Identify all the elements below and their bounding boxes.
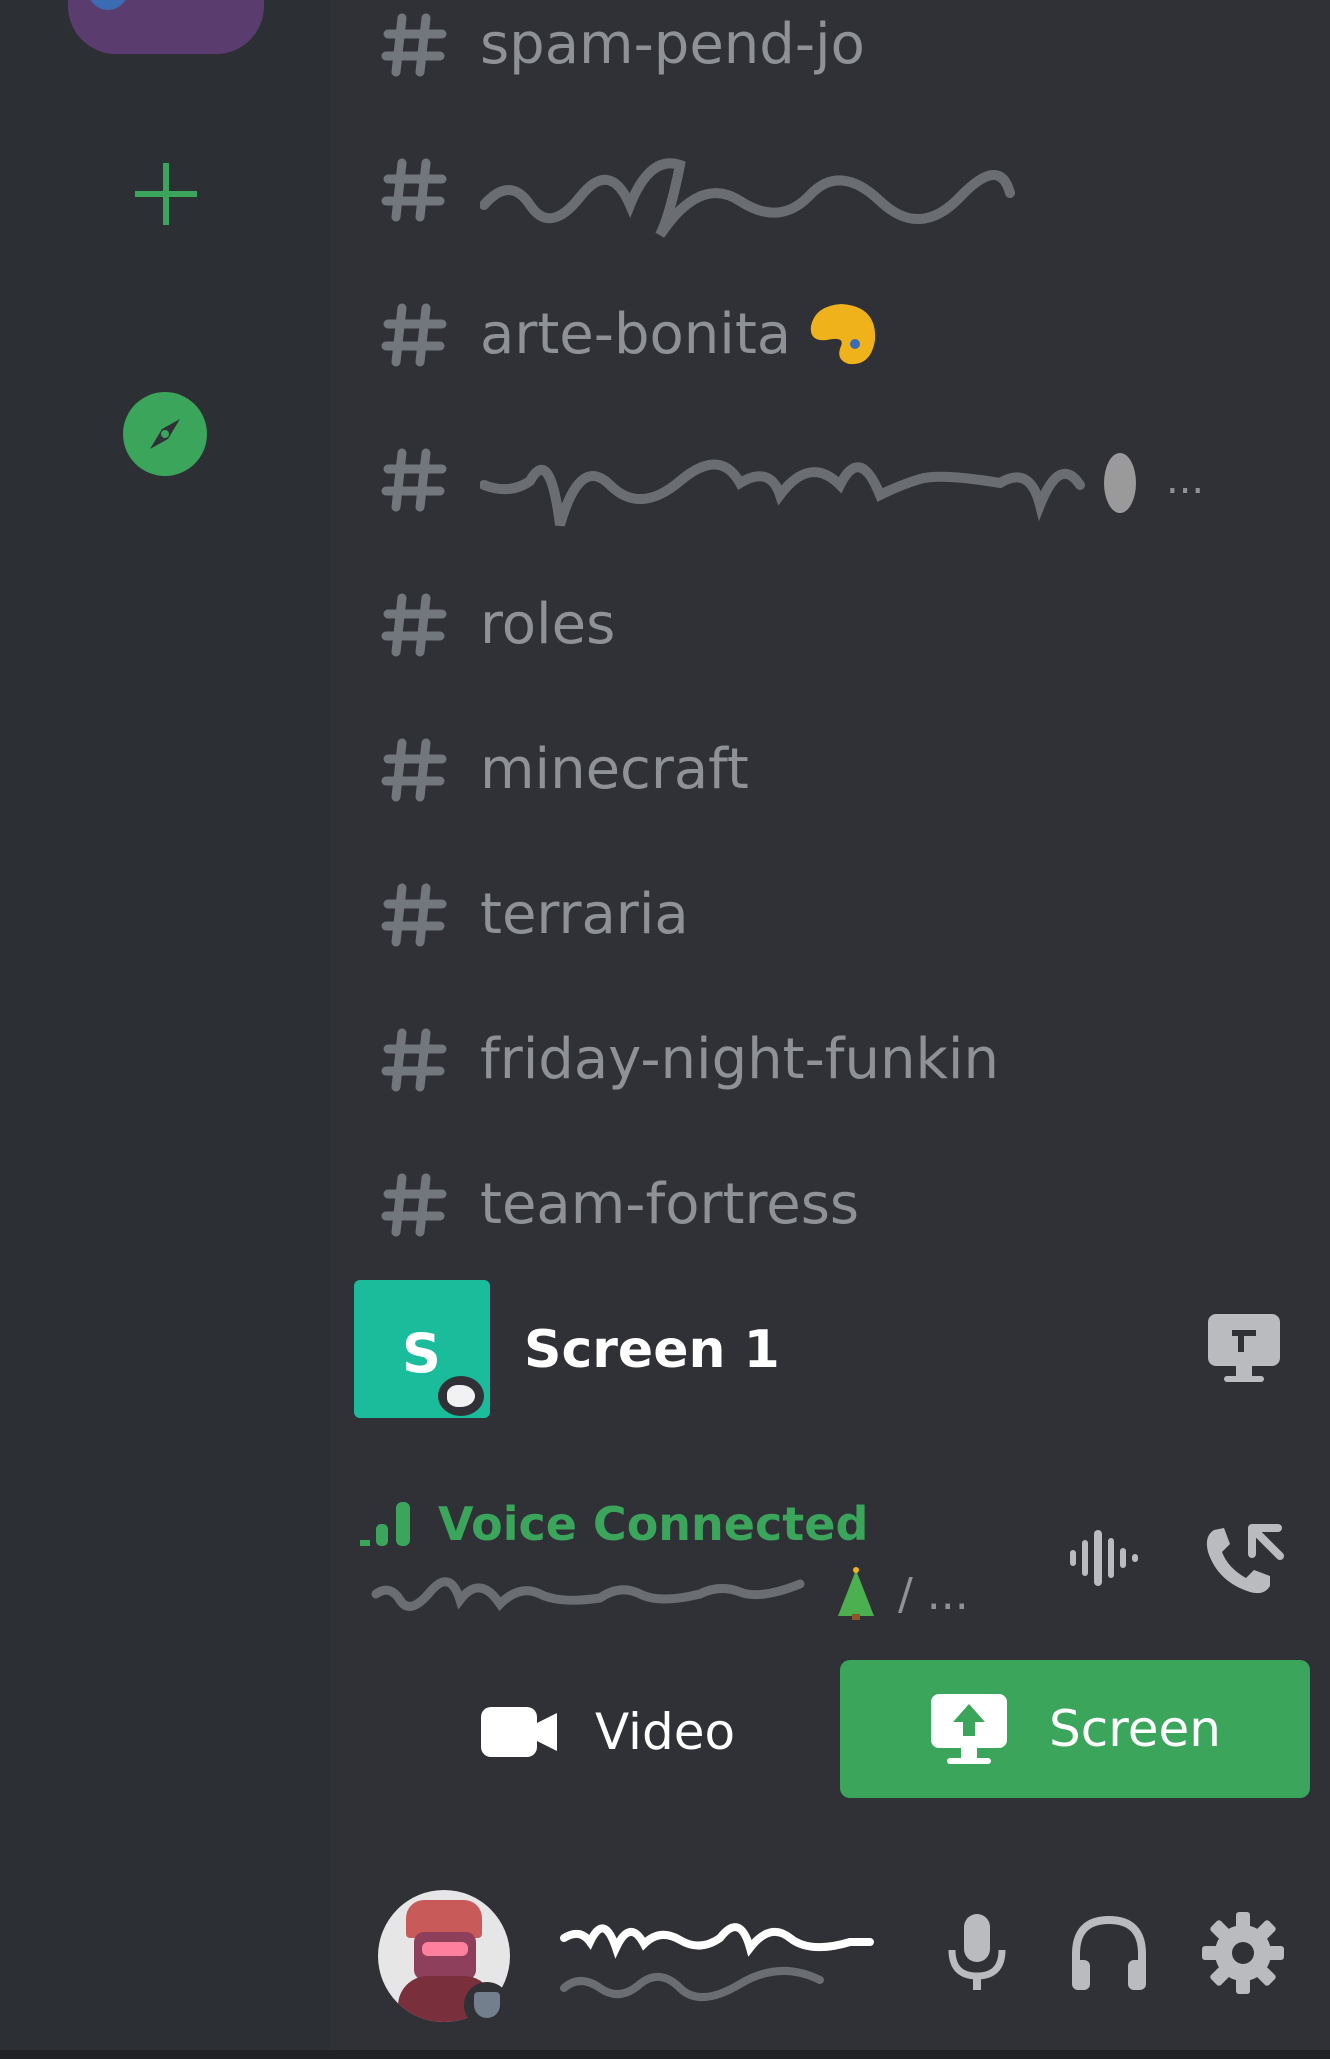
voice-connected-label: Voice Connected [438,1497,869,1551]
thumb-badge [438,1376,484,1416]
microphone-icon[interactable] [942,1910,1012,1996]
noise-suppression-icon[interactable] [1066,1524,1142,1592]
screen-thumb-letter: S [402,1322,441,1385]
channel-item[interactable]: spam-pend-jo [380,0,1300,100]
gear-icon[interactable] [1200,1910,1286,1996]
channel-name: spam-pend-jo [480,12,865,77]
voice-channel-separator: / ... [898,1568,969,1620]
add-server-button[interactable] [118,146,214,242]
screen-thumbnail: S [354,1280,490,1418]
palette-emoji [810,304,876,365]
voice-status[interactable]: Voice Connected [358,1494,868,1554]
channel-name: terraria [480,882,689,947]
camera-icon [480,1707,557,1757]
screen-share-label: Screen 1 [524,1320,780,1380]
compass-icon [150,419,180,449]
channel-name: team-fortress [480,1172,860,1237]
server-icon[interactable] [68,0,264,54]
signal-strength-icon [360,1502,410,1546]
tree-emoji [838,1567,874,1620]
text-channel-hash-icon [381,1173,447,1237]
video-button[interactable]: Video [432,1662,782,1802]
video-button-label: Video [594,1703,736,1761]
screen-button-label: Screen [1049,1700,1221,1758]
channel-name: friday-night-funkin [480,1027,999,1092]
screen-share-row[interactable]: S Screen 1 [352,1278,1292,1422]
channel-item[interactable]: team-fortress [380,1150,1300,1260]
channel-name: roles [480,592,616,657]
channel-name: arte-bonita [480,302,792,367]
screen-share-icon [931,1694,1008,1764]
screen-share-icon[interactable] [1204,1308,1284,1388]
headset-icon[interactable] [1066,1912,1152,1996]
channel-item[interactable]: arte-bonita [380,280,1300,390]
text-channel-hash-icon [381,13,447,77]
redacted-username [560,1923,874,2002]
channel-item[interactable]: terraria [380,860,1300,970]
screen-button[interactable]: Screen [840,1660,1310,1798]
bottom-edge [0,2050,1330,2059]
text-channel-hash-icon [381,158,447,222]
redacted-channel-name [480,453,1136,527]
redacted-channel-name [480,158,1015,238]
text-channel-hash-icon [381,1028,447,1092]
user-info[interactable] [560,1908,880,2008]
text-channel-hash-icon [381,883,447,947]
server-rail [0,0,330,2059]
channel-item[interactable]: roles [380,570,1300,680]
voice-channel-path[interactable]: / ... [370,1564,969,1624]
channel-item[interactable]: minecraft [380,715,1300,825]
text-channel-hash-icon [381,303,447,367]
explore-servers-button[interactable] [123,392,207,476]
status-icon [464,1982,510,2028]
text-channel-hash-icon [381,738,447,802]
channel-name-ellipsis: ... [1166,457,1205,503]
plus-icon [135,163,197,225]
channel-name: minecraft [480,737,749,802]
user-panel [330,1860,1330,2040]
channel-item[interactable]: friday-night-funkin [380,1005,1300,1115]
text-channel-hash-icon [381,448,447,512]
disconnect-icon[interactable] [1200,1516,1286,1600]
channel-item[interactable]: ... [380,425,1300,535]
text-channel-hash-icon [381,593,447,657]
redacted-voice-channel [371,1577,805,1612]
channel-item[interactable] [380,135,1300,245]
